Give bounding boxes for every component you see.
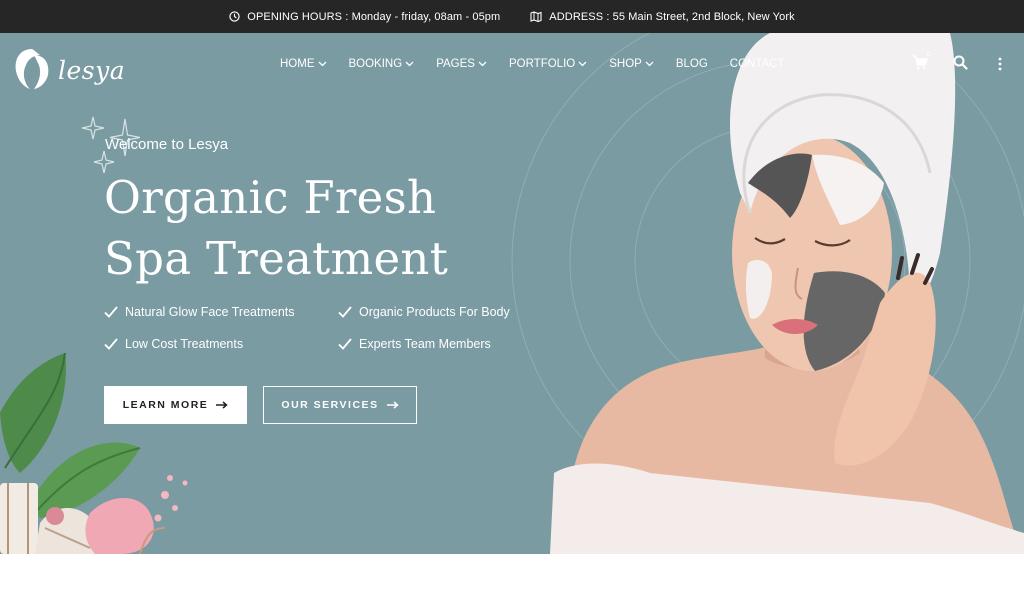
logo-hair-icon bbox=[12, 45, 52, 96]
feature-label: Organic Products For Body bbox=[359, 304, 510, 319]
feature-list: Natural Glow Face Treatments Organic Pro… bbox=[104, 303, 524, 352]
cart-count: 0 bbox=[927, 51, 931, 58]
our-services-button[interactable]: OUR SERVICES bbox=[263, 386, 417, 424]
nav-item-blog[interactable]: BLOG bbox=[676, 58, 708, 70]
arrow-right-icon bbox=[386, 401, 399, 409]
more-dots-icon bbox=[998, 57, 1002, 71]
arrow-right-icon bbox=[216, 401, 228, 409]
feature-item: Low Cost Treatments bbox=[104, 335, 338, 352]
main-navigation: HOME BOOKING PAGES PORTFOLIO SHOP BLOG C… bbox=[280, 58, 785, 70]
nav-item-label: HOME bbox=[280, 58, 315, 70]
address-text: ADDRESS : 55 Main Street, 2nd Block, New… bbox=[549, 10, 795, 23]
our-services-label: OUR SERVICES bbox=[281, 399, 379, 411]
nav-item-label: BOOKING bbox=[348, 58, 403, 70]
nav-item-booking[interactable]: BOOKING bbox=[349, 58, 415, 70]
feature-item: Natural Glow Face Treatments bbox=[104, 303, 338, 320]
feature-item: Organic Products For Body bbox=[338, 303, 524, 320]
hero-heading-line-2: Spa Treatment bbox=[104, 232, 449, 285]
check-icon bbox=[104, 337, 118, 350]
chevron-down-icon bbox=[318, 61, 326, 67]
spa-products-decoration bbox=[0, 353, 188, 554]
spa-woman-portrait bbox=[550, 33, 1024, 554]
top-info-bar: OPENING HOURS : Monday - friday, 08am - … bbox=[0, 0, 1024, 33]
nav-item-label: PORTFOLIO bbox=[508, 58, 576, 70]
chevron-down-icon bbox=[645, 61, 654, 67]
search-icon bbox=[953, 55, 968, 70]
chevron-down-icon bbox=[478, 61, 487, 67]
welcome-text: Welcome to Lesya bbox=[105, 136, 229, 153]
check-icon bbox=[338, 337, 352, 350]
nav-item-contact[interactable]: CONTACT bbox=[730, 58, 785, 70]
chevron-down-icon bbox=[578, 61, 587, 67]
feature-item: Experts Team Members bbox=[338, 335, 524, 352]
nav-item-label: PAGES bbox=[436, 58, 475, 70]
hero-heading: Organic Fresh Spa Treatment bbox=[104, 167, 448, 289]
address: ADDRESS : 55 Main Street, 2nd Block, New… bbox=[530, 10, 795, 23]
nav-item-shop[interactable]: SHOP bbox=[609, 58, 654, 70]
feature-label: Experts Team Members bbox=[359, 336, 491, 351]
nav-item-label: CONTACT bbox=[729, 58, 785, 70]
map-icon bbox=[530, 11, 542, 22]
feature-label: Natural Glow Face Treatments bbox=[125, 304, 295, 319]
nav-item-label: SHOP bbox=[609, 58, 642, 70]
nav-item-home[interactable]: HOME bbox=[280, 58, 327, 70]
opening-hours: OPENING HOURS : Monday - friday, 08am - … bbox=[229, 11, 500, 23]
check-icon bbox=[104, 305, 118, 318]
chevron-down-icon bbox=[405, 61, 414, 67]
nav-item-portfolio[interactable]: PORTFOLIO bbox=[509, 58, 587, 70]
brand-logo[interactable]: lesya bbox=[12, 45, 125, 96]
nav-item-pages[interactable]: PAGES bbox=[436, 58, 487, 70]
cart-button[interactable]: 0 bbox=[912, 51, 931, 75]
hero-section: lesya HOME BOOKING PAGES PORTFOLIO SHOP … bbox=[0, 33, 1024, 554]
more-menu-button[interactable] bbox=[998, 57, 1002, 76]
cart-icon bbox=[913, 55, 929, 70]
check-icon bbox=[338, 305, 352, 318]
clock-icon bbox=[229, 11, 240, 22]
brand-name: lesya bbox=[58, 56, 126, 85]
search-button[interactable] bbox=[953, 55, 968, 75]
opening-hours-text: OPENING HOURS : Monday - friday, 08am - … bbox=[247, 10, 501, 23]
feature-label: Low Cost Treatments bbox=[125, 336, 244, 351]
nav-item-label: BLOG bbox=[675, 58, 708, 70]
hero-heading-line-1: Organic Fresh bbox=[104, 171, 437, 224]
